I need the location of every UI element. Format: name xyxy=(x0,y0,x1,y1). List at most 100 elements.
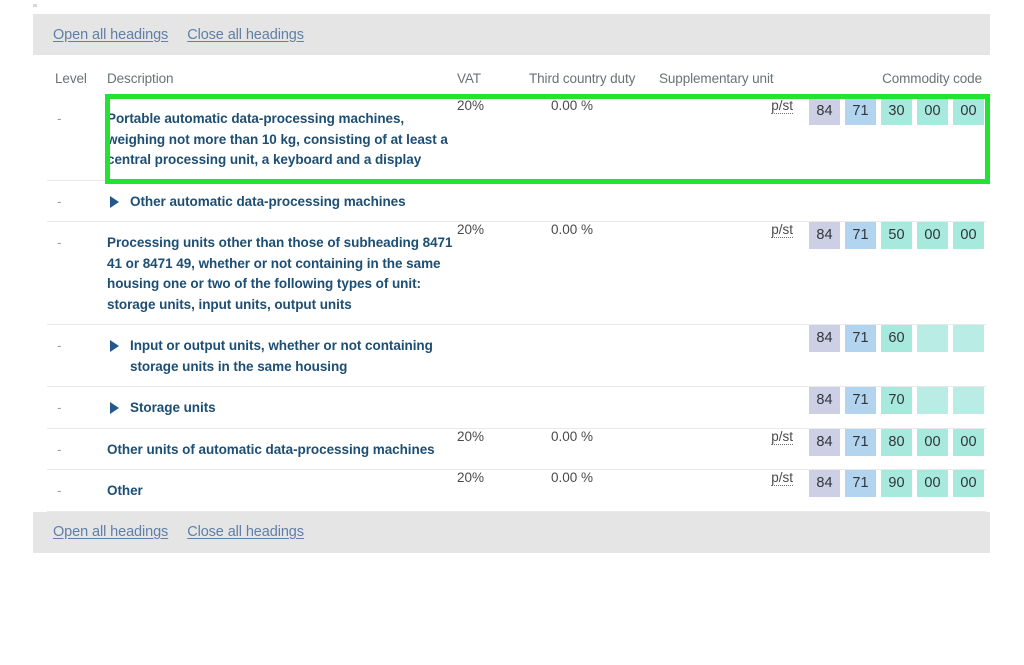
commodity-code-segment: 71 xyxy=(845,470,876,497)
table-row[interactable]: -Other units of automatic data-processin… xyxy=(47,428,986,470)
commodity-table-wrapper: Level Description VAT Third country duty… xyxy=(33,55,990,512)
expand-triangle-icon[interactable] xyxy=(110,340,119,352)
commodity-code-boxes: 8471300000 xyxy=(799,98,984,125)
commodity-code-segment: 00 xyxy=(917,429,948,456)
description-inner: Other units of automatic data-processing… xyxy=(107,440,457,461)
table-row[interactable]: -Other automatic data-processing machine… xyxy=(47,180,986,222)
row-supplementary-unit-cell: p/st xyxy=(659,98,799,180)
commodity-code-segment: 00 xyxy=(917,98,948,125)
row-supplementary-unit-cell: p/st xyxy=(659,428,799,470)
commodity-code-segment: 00 xyxy=(917,470,948,497)
row-commodity-code-cell xyxy=(799,180,986,222)
commodity-code-segment: 84 xyxy=(809,470,840,497)
row-supplementary-unit-cell xyxy=(659,387,799,429)
description-inner: Other automatic data-processing machines xyxy=(107,192,457,213)
expand-triangle-icon[interactable] xyxy=(110,402,119,414)
commodity-code-segment: 71 xyxy=(845,222,876,249)
description-text[interactable]: Other xyxy=(107,481,143,502)
description-text[interactable]: Other automatic data-processing machines xyxy=(130,192,406,213)
commodity-code-segment: 50 xyxy=(881,222,912,249)
description-text[interactable]: Input or output units, whether or not co… xyxy=(130,336,457,377)
row-commodity-code-cell: 8471500000 xyxy=(799,222,986,325)
commodity-code-segment xyxy=(917,325,948,352)
description-inner: Input or output units, whether or not co… xyxy=(107,336,457,377)
table-row[interactable]: -Other20%0.00 %p/st8471900000 xyxy=(47,470,986,512)
close-all-headings-link-top[interactable]: Close all headings xyxy=(187,27,304,43)
commodity-code-segment xyxy=(953,325,984,352)
description-text[interactable]: Other units of automatic data-processing… xyxy=(107,440,435,461)
commodity-code-segment: 30 xyxy=(881,98,912,125)
row-vat: 20% xyxy=(457,470,529,512)
row-description-cell: Other automatic data-processing machines xyxy=(107,180,457,222)
commodity-code-segment: 00 xyxy=(953,222,984,249)
row-vat xyxy=(457,180,529,222)
description-inner: Processing units other than those of sub… xyxy=(107,233,457,315)
commodity-code-segment xyxy=(917,387,948,414)
row-description-cell: Other units of automatic data-processing… xyxy=(107,428,457,470)
commodity-code-segment: 71 xyxy=(845,325,876,352)
supplementary-unit-abbr[interactable]: p/st xyxy=(771,98,793,114)
bottom-toolbar: Open all headings Close all headings xyxy=(33,512,990,553)
commodity-code-segment: 84 xyxy=(809,325,840,352)
column-header-supplementary-unit: Supplementary unit xyxy=(659,55,799,98)
row-description-cell: Storage units xyxy=(107,387,457,429)
corner-mark xyxy=(33,4,37,7)
description-inner: Portable automatic data-processing machi… xyxy=(107,109,457,171)
commodity-code-segment: 71 xyxy=(845,429,876,456)
row-third-country-duty: 0.00 % xyxy=(529,222,659,325)
commodity-code-segment: 71 xyxy=(845,98,876,125)
table-body: -Portable automatic data-processing mach… xyxy=(47,98,986,511)
row-vat: 20% xyxy=(457,428,529,470)
row-vat: 20% xyxy=(457,222,529,325)
table-header-row: Level Description VAT Third country duty… xyxy=(47,55,986,98)
description-text[interactable]: Storage units xyxy=(130,398,216,419)
row-third-country-duty xyxy=(529,325,659,387)
row-supplementary-unit-cell: p/st xyxy=(659,470,799,512)
row-third-country-duty: 0.00 % xyxy=(529,428,659,470)
commodity-code-segment: 71 xyxy=(845,387,876,414)
commodity-code-segment: 00 xyxy=(917,222,948,249)
description-text[interactable]: Processing units other than those of sub… xyxy=(107,233,457,315)
row-third-country-duty xyxy=(529,387,659,429)
column-header-description: Description xyxy=(107,55,457,98)
description-inner: Other xyxy=(107,481,457,502)
supplementary-unit-abbr[interactable]: p/st xyxy=(771,222,793,238)
close-all-headings-link-bottom[interactable]: Close all headings xyxy=(187,524,304,540)
row-vat xyxy=(457,325,529,387)
description-text[interactable]: Portable automatic data-processing machi… xyxy=(107,109,457,171)
row-description-cell: Input or output units, whether or not co… xyxy=(107,325,457,387)
row-vat: 20% xyxy=(457,98,529,180)
commodity-code-boxes: 8471900000 xyxy=(799,470,984,497)
page-root: Open all headings Close all headings Lev… xyxy=(0,0,1024,665)
row-commodity-code-cell: 8471300000 xyxy=(799,98,986,180)
row-commodity-code-cell: 8471900000 xyxy=(799,470,986,512)
row-description-cell: Other xyxy=(107,470,457,512)
commodity-code-segment: 70 xyxy=(881,387,912,414)
supplementary-unit-abbr[interactable]: p/st xyxy=(771,470,793,486)
commodity-code-segment: 84 xyxy=(809,98,840,125)
table-row[interactable]: -Portable automatic data-processing mach… xyxy=(47,98,986,180)
column-header-commodity-code: Commodity code xyxy=(799,55,986,98)
top-toolbar: Open all headings Close all headings xyxy=(33,14,990,55)
commodity-code-boxes: 8471800000 xyxy=(799,429,984,456)
row-supplementary-unit-cell: p/st xyxy=(659,222,799,325)
row-commodity-code-cell: 8471800000 xyxy=(799,428,986,470)
row-level: - xyxy=(47,222,107,325)
open-all-headings-link-top[interactable]: Open all headings xyxy=(53,27,168,43)
commodity-code-segment: 84 xyxy=(809,387,840,414)
table-row[interactable]: -Input or output units, whether or not c… xyxy=(47,325,986,387)
row-commodity-code-cell: 847160 xyxy=(799,325,986,387)
commodity-table: Level Description VAT Third country duty… xyxy=(47,55,986,512)
table-row[interactable]: -Processing units other than those of su… xyxy=(47,222,986,325)
row-supplementary-unit-cell xyxy=(659,325,799,387)
open-all-headings-link-bottom[interactable]: Open all headings xyxy=(53,524,168,540)
commodity-code-segment xyxy=(953,387,984,414)
row-level: - xyxy=(47,470,107,512)
row-level: - xyxy=(47,98,107,180)
commodity-code-segment: 00 xyxy=(953,470,984,497)
expand-triangle-icon[interactable] xyxy=(110,196,119,208)
row-commodity-code-cell: 847170 xyxy=(799,387,986,429)
table-row[interactable]: -Storage units847170 xyxy=(47,387,986,429)
supplementary-unit-abbr[interactable]: p/st xyxy=(771,429,793,445)
commodity-code-segment: 80 xyxy=(881,429,912,456)
